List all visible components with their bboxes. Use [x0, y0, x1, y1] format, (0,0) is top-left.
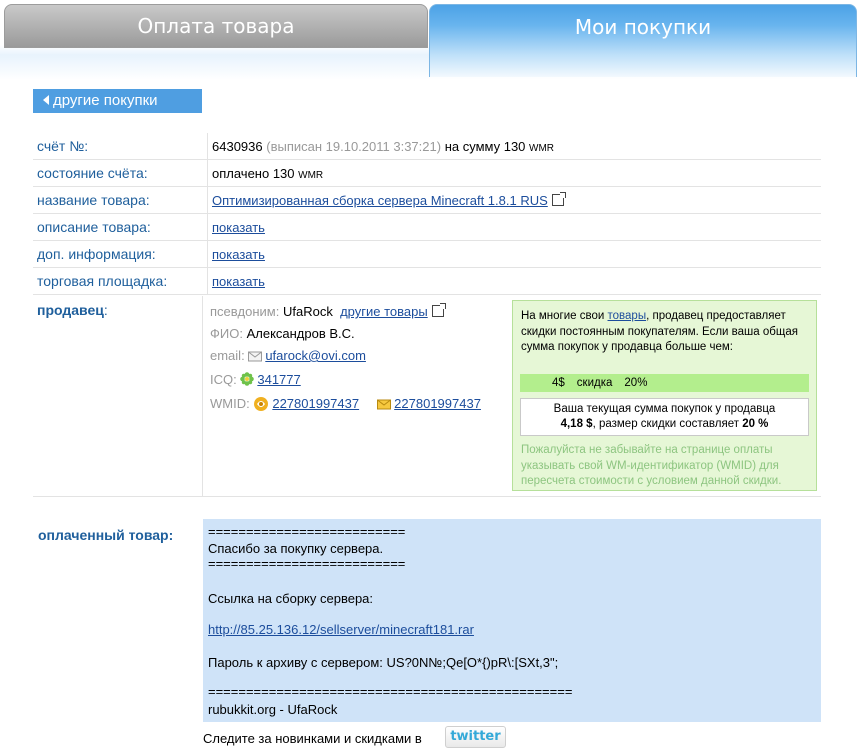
seller-email-link[interactable]: ufarock@ovi.com	[265, 348, 366, 363]
extra-info-value: показать	[207, 240, 821, 268]
email-key: email:	[210, 348, 245, 363]
table-row: описание товара: показать	[33, 213, 821, 241]
product-name-link[interactable]: Оптимизированная сборка сервера Minecraf…	[212, 193, 548, 208]
table-row: счёт №: 6430936 (выписан 19.10.2011 3:37…	[33, 133, 821, 160]
table-row: состояние счёта: оплачено 130 WMR	[33, 159, 821, 187]
discount-tier: 4$ скидка 20%	[520, 374, 809, 392]
extra-info-label: доп. информация:	[33, 240, 208, 268]
current-mid: , размер скидки составляет	[592, 418, 739, 430]
icq-key: ICQ:	[210, 372, 237, 387]
divider	[202, 296, 203, 496]
invoice-sum: на сумму 130	[444, 138, 526, 154]
tab-my-purchases[interactable]: Мои покупки	[429, 4, 857, 77]
wmid-key: WMID:	[210, 396, 250, 411]
product-name-value: Оптимизированная сборка сервера Minecraf…	[207, 186, 821, 214]
currency: WMR	[529, 142, 555, 154]
invoice-issued: (выписан 19.10.2011 3:37:21)	[266, 138, 442, 154]
tab-payment[interactable]: Оплата товара	[4, 4, 428, 48]
seller-wmid-row: WMID: 227801997437 227801997437	[210, 396, 481, 412]
password-line: Пароль к архиву с сервером: US?0N№;Qe[O*…	[208, 655, 559, 670]
table-row: торговая площадка: показать	[33, 267, 821, 295]
invoice-table: счёт №: 6430936 (выписан 19.10.2011 3:37…	[33, 133, 821, 295]
seller-nick-row: псевдоним: UfaRock другие товары	[210, 303, 446, 319]
envelope-icon	[248, 351, 263, 362]
product-name-label: название товара:	[33, 186, 208, 214]
invoice-number-value: 6430936 (выписан 19.10.2011 3:37:21) на …	[207, 133, 821, 160]
mail-icon[interactable]	[377, 398, 392, 410]
invoice-status-value: оплачено 130 WMR	[207, 159, 821, 187]
divider	[33, 496, 821, 497]
tier-threshold: 4$	[552, 377, 565, 389]
fio-key: ФИО:	[210, 326, 243, 341]
seller-fio: Александров В.С.	[246, 326, 355, 341]
download-link[interactable]: http://85.25.136.12/sellserver/minecraft…	[208, 622, 474, 637]
tier-discount: 20%	[624, 377, 648, 389]
seller-label-text: продавец	[37, 302, 104, 318]
seller-label: продавец:	[37, 302, 108, 318]
follow-text: Следите за новинками и скидками в	[203, 731, 422, 746]
download-link-text[interactable]: http://85.25.136.12/sellserver/minecraft…	[208, 622, 474, 637]
marketplace-label: торговая площадка:	[33, 267, 208, 295]
show-description-link[interactable]: показать	[212, 220, 265, 235]
seller-wmid-message-link[interactable]: 227801997437	[394, 396, 481, 411]
promo-text: На многие свои товары, продавец предоста…	[521, 309, 811, 356]
tier-word: скидка	[576, 377, 613, 389]
current-discount: 20 %	[742, 418, 769, 430]
marketplace-value: показать	[207, 267, 821, 295]
icq-flower-icon	[240, 372, 255, 386]
invoice-number-label: счёт №:	[33, 133, 208, 160]
seller-nick: UfaRock	[282, 304, 333, 319]
product-description-label: описание товара:	[33, 213, 208, 241]
other-purchases-label: другие покупки	[53, 92, 158, 109]
product-description-value: показать	[207, 213, 821, 241]
link-label-line: Ссылка на сборку сервера:	[208, 591, 374, 606]
paid-item-label: оплаченный товар:	[38, 527, 174, 543]
seller-email-row: email: ufarock@ovi.com	[210, 348, 366, 363]
separator-line: ========================================…	[208, 684, 573, 699]
invoice-status: оплачено 130	[212, 165, 295, 181]
promo-note: Пожалуйста не забывайте на странице опла…	[521, 444, 782, 487]
current-sum-line1: Ваша текущая сумма покупок у продавца	[553, 403, 776, 415]
promo-text-start: На многие свои	[521, 310, 608, 322]
show-extra-info-link[interactable]: показать	[212, 247, 265, 262]
promo-goods-link[interactable]: товары	[608, 310, 647, 322]
arrow-left-icon	[43, 95, 49, 105]
twitter-button[interactable]: twitter	[445, 726, 506, 748]
separator-line: ==========================	[208, 556, 406, 571]
signature-line: rubukkit.org - UfaRock	[208, 702, 338, 717]
table-row: доп. информация: показать	[33, 240, 821, 268]
invoice-number: 6430936	[212, 138, 263, 154]
table-row: название товара: Оптимизированная сборка…	[33, 186, 821, 214]
show-marketplace-link[interactable]: показать	[212, 274, 265, 289]
seller-fio-row: ФИО: Александров В.С.	[210, 326, 355, 341]
webmoney-icon	[254, 397, 269, 411]
seller-icq-row: ICQ: 341777	[210, 372, 301, 387]
tab-bar: Оплата товара Мои покупки	[0, 0, 857, 80]
separator-line: ==========================	[208, 524, 406, 539]
external-link-icon[interactable]	[551, 191, 566, 206]
currency: WMR	[298, 169, 324, 181]
discount-promo-box: На многие свои товары, продавец предоста…	[512, 300, 817, 491]
current-amount: 4,18 $	[560, 418, 593, 430]
invoice-status-label: состояние счёта:	[33, 159, 208, 187]
paid-item-content: ========================== Спасибо за по…	[203, 519, 821, 722]
seller-wmid-link[interactable]: 227801997437	[272, 396, 359, 411]
seller-icq-link[interactable]: 341777	[257, 372, 300, 387]
other-purchases-button[interactable]: другие покупки	[33, 89, 202, 113]
thanks-line: Спасибо за покупку сервера.	[208, 541, 384, 556]
nick-key: псевдоним:	[210, 304, 280, 319]
other-goods-link[interactable]: другие товары	[340, 304, 428, 319]
external-link-icon[interactable]	[431, 303, 446, 317]
current-sum-box: Ваша текущая сумма покупок у продавца 4,1…	[520, 398, 809, 436]
